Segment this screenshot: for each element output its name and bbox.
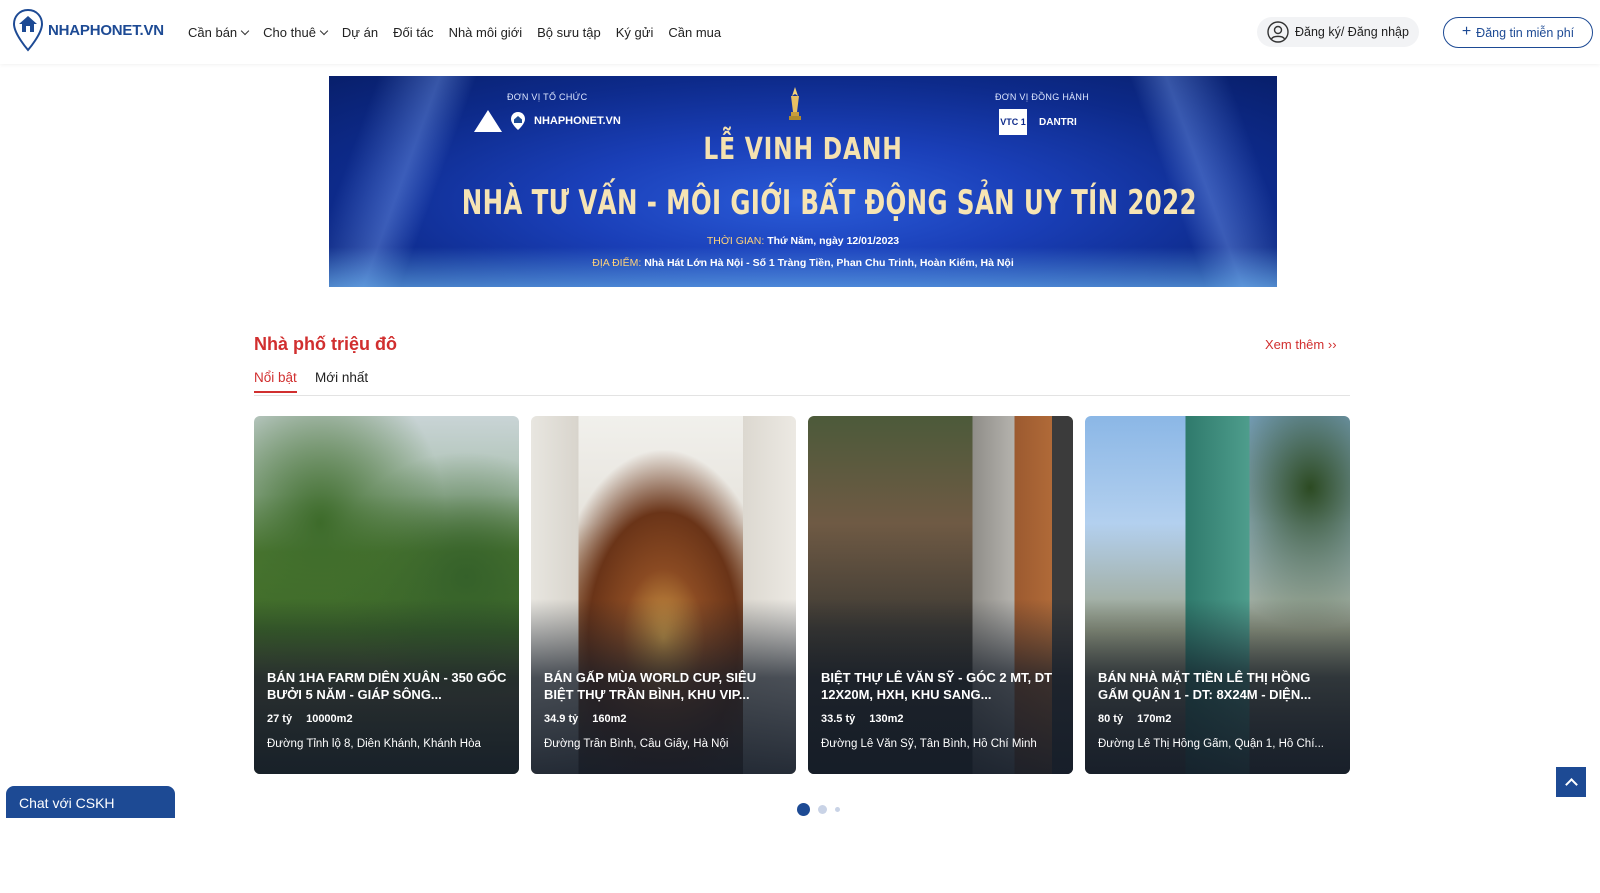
nav-label: Cần mua	[668, 24, 722, 40]
nav-cho-thue[interactable]: Cho thuê	[263, 24, 329, 40]
listing-address: Đường Lê Văn Sỹ, Tân Bình, Hồ Chí Minh	[821, 738, 1037, 750]
organizer-name: NHAPHONET.VN	[534, 115, 621, 127]
see-more-link[interactable]: Xem thêm ››	[1265, 337, 1337, 352]
tab-moi-nhat[interactable]: Mới nhất	[315, 370, 368, 391]
nav-can-mua[interactable]: Cần mua	[668, 25, 721, 40]
post-label: Đăng tin miễn phí	[1476, 25, 1575, 40]
listing-address: Đường Tỉnh lộ 8, Diên Khánh, Khánh Hòa	[267, 738, 481, 750]
nav-can-ban[interactable]: Cần bán	[188, 24, 250, 40]
main-nav: Cần bán Cho thuê Dự án Đối tác Nhà môi g…	[188, 0, 721, 64]
house-pin-icon	[12, 8, 44, 52]
nav-label: Bộ sưu tập	[537, 24, 601, 40]
carousel-pagination	[797, 803, 840, 816]
listing-card[interactable]: BÁN NHÀ MẶT TIỀN LÊ THỊ HỒNG GẤM QUẬN 1 …	[1085, 416, 1350, 774]
listing-card[interactable]: BÁN 1HA FARM DIÊN XUÂN - 350 GỐC BƯỞI 5 …	[254, 416, 519, 774]
login-button[interactable]: Đăng ký/ Đăng nhập	[1257, 17, 1419, 47]
trophy-icon	[789, 87, 801, 120]
pagination-dot[interactable]	[818, 805, 827, 814]
listing-address: Đường Lê Thị Hồng Gấm, Quận 1, Hồ Chí...	[1098, 738, 1324, 750]
listing-area: 170m2	[1137, 713, 1172, 725]
double-chevron-right-icon: ››	[1327, 337, 1337, 352]
banner-time: THỜI GIAN: Thứ Năm, ngày 12/01/2023	[329, 235, 1277, 247]
listing-card[interactable]: BÁN GẤP MÙA WORLD CUP, SIÊU BIỆT THỰ TRẦ…	[531, 416, 796, 774]
listing-price: 33.5 tỷ	[821, 713, 856, 725]
nav-label: Đối tác	[393, 24, 434, 40]
pin-logo-icon	[511, 112, 525, 130]
login-label: Đăng ký/ Đăng nhập	[1295, 25, 1409, 39]
logo-text: NHAPHONET.VN	[48, 21, 164, 39]
arrow-up-icon	[1564, 777, 1578, 791]
time-label: THỜI GIAN:	[706, 235, 765, 247]
time-value: Thứ Năm, ngày 12/01/2023	[767, 235, 900, 247]
listing-meta: 34.9 tỷ 160m2	[544, 713, 627, 725]
place-label: ĐỊA ĐIỂM:	[592, 257, 642, 269]
listing-card[interactable]: BIỆT THỰ LÊ VĂN SỸ - GÓC 2 MT, DT 12X20M…	[808, 416, 1073, 774]
nav-label: Cho thuê	[263, 24, 316, 40]
see-more-label: Xem thêm	[1265, 337, 1325, 352]
listing-title: BÁN NHÀ MẶT TIỀN LÊ THỊ HỒNG GẤM QUẬN 1 …	[1098, 670, 1312, 702]
user-circle-icon	[1267, 21, 1289, 43]
partner-label: ĐƠN VỊ ĐỒNG HÀNH	[995, 92, 1090, 102]
listing-area: 10000m2	[306, 713, 353, 725]
listing-title: BÁN GẤP MÙA WORLD CUP, SIÊU BIỆT THỰ TRẦ…	[544, 670, 757, 702]
listing-price: 34.9 tỷ	[544, 713, 579, 725]
listing-meta: 80 tỷ 170m2	[1098, 713, 1171, 725]
nav-label: Nhà môi giới	[448, 24, 523, 40]
tab-noi-bat[interactable]: Nổi bật	[254, 370, 297, 393]
nav-bo-suu-tap[interactable]: Bộ sưu tập	[537, 25, 601, 40]
logo[interactable]: NHAPHONET.VN	[12, 8, 164, 52]
nav-doi-tac[interactable]: Đối tác	[393, 25, 433, 40]
chat-support-button[interactable]: Chat với CSKH	[6, 786, 175, 818]
listing-meta: 33.5 tỷ 130m2	[821, 713, 904, 725]
listing-price: 80 tỷ	[1098, 713, 1124, 725]
listing-price: 27 tỷ	[267, 713, 293, 725]
pagination-dot[interactable]	[835, 807, 840, 812]
section-tabs: Nổi bật Mới nhất	[254, 370, 1350, 396]
section-title: Nhà phố triệu đô	[254, 334, 397, 354]
site-header: NHAPHONET.VN Cần bán Cho thuê Dự án Đối …	[0, 0, 1600, 64]
listing-address: Đường Trần Bình, Cầu Giấy, Hà Nội	[544, 738, 729, 750]
listing-meta: 27 tỷ 10000m2	[267, 713, 353, 725]
back-to-top-button[interactable]	[1556, 767, 1586, 797]
triangle-logo-icon	[474, 110, 502, 132]
nav-label: Ký gửi	[615, 24, 654, 40]
dantri-logo: DANTRI	[1039, 116, 1077, 128]
nav-du-an[interactable]: Dự án	[342, 25, 378, 40]
event-banner[interactable]: ĐƠN VỊ TỔ CHỨC NHAPHONET.VN ĐƠN VỊ ĐỒNG …	[329, 76, 1277, 287]
post-free-button[interactable]: + Đăng tin miễn phí	[1443, 17, 1593, 48]
banner-title-line1: LỄ VINH DANH	[703, 132, 903, 167]
pagination-dot[interactable]	[797, 803, 810, 816]
listing-carousel: BÁN 1HA FARM DIÊN XUÂN - 350 GỐC BƯỞI 5 …	[254, 416, 1350, 774]
organizer-label: ĐƠN VỊ TỔ CHỨC	[507, 92, 588, 102]
listing-area: 130m2	[869, 713, 904, 725]
chevron-down-icon	[319, 26, 329, 35]
place-value: Nhà Hát Lớn Hà Nội - Số 1 Tràng Tiền, Ph…	[644, 257, 1014, 269]
nav-nha-moi-gioi[interactable]: Nhà môi giới	[449, 25, 523, 40]
listing-title: BIỆT THỰ LÊ VĂN SỸ - GÓC 2 MT, DT 12X20M…	[821, 670, 1053, 702]
banner-title-line2: NHÀ TƯ VẤN - MÔI GIỚI BẤT ĐỘNG SẢN UY TÍ…	[461, 183, 1197, 223]
banner-place: ĐỊA ĐIỂM: Nhà Hát Lớn Hà Nội - Số 1 Tràn…	[329, 257, 1277, 269]
nav-label: Cần bán	[188, 24, 238, 40]
listing-title: BÁN 1HA FARM DIÊN XUÂN - 350 GỐC BƯỞI 5 …	[267, 670, 507, 702]
listing-area: 160m2	[592, 713, 627, 725]
chevron-down-icon	[240, 26, 250, 35]
organizer-logos: NHAPHONET.VN	[474, 110, 621, 132]
nav-ky-gui[interactable]: Ký gửi	[616, 25, 654, 40]
nav-label: Dự án	[341, 24, 379, 40]
plus-icon: +	[1461, 23, 1472, 40]
